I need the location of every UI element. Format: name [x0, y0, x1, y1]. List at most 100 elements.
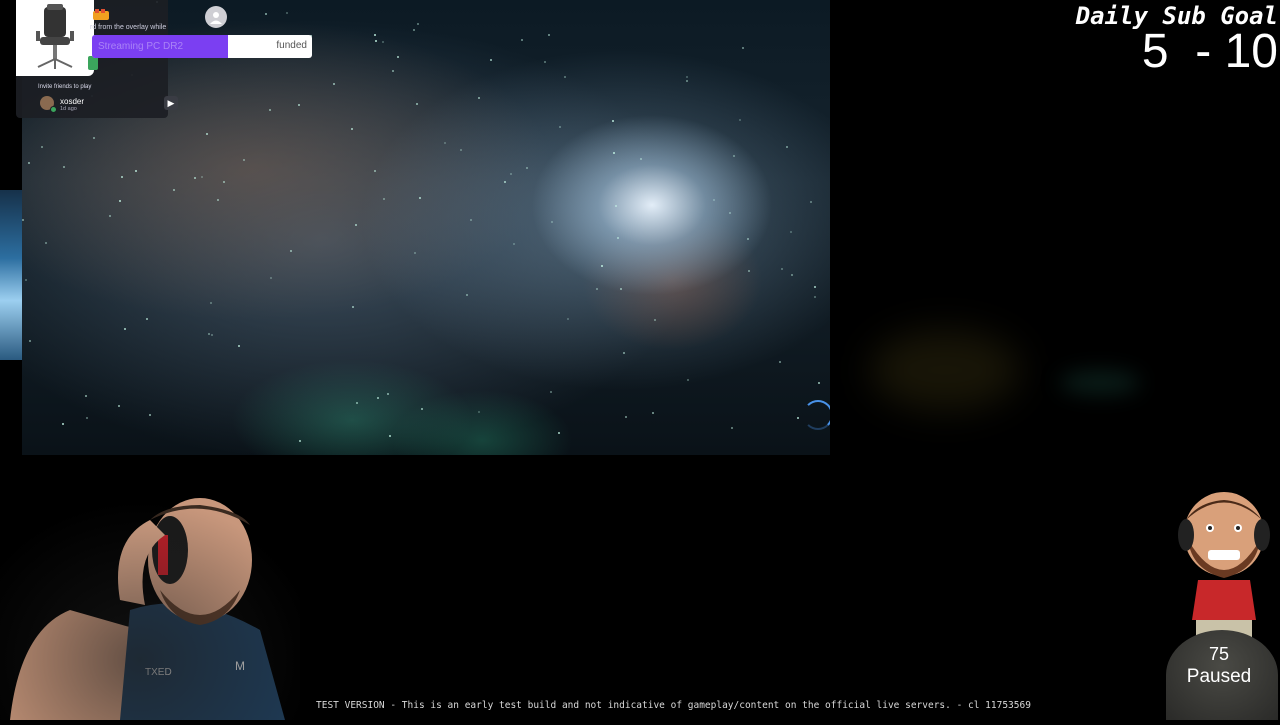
star	[601, 264, 604, 267]
star	[412, 28, 415, 31]
star	[208, 332, 211, 335]
play-arrow-icon[interactable]: ▶	[164, 96, 178, 110]
streamer-webcam: TXED M	[0, 480, 300, 720]
star	[265, 13, 268, 16]
star	[613, 152, 616, 154]
star	[686, 75, 689, 78]
star	[625, 416, 628, 419]
star	[817, 381, 820, 384]
star	[686, 80, 689, 83]
star	[387, 392, 389, 395]
counter-status: Paused	[1186, 666, 1252, 687]
star	[373, 169, 376, 172]
star	[619, 288, 622, 291]
star	[417, 23, 420, 26]
sub-goal-count: 5 - 10	[1141, 25, 1278, 78]
star	[392, 70, 395, 73]
user-avatar-icon[interactable]	[205, 6, 227, 28]
star	[732, 155, 735, 158]
star	[731, 426, 734, 429]
loading-ring-icon	[803, 400, 830, 430]
star	[490, 59, 493, 62]
star	[470, 219, 473, 222]
star	[729, 211, 732, 214]
star	[118, 199, 121, 202]
funding-progress-bar: Streaming PC DR2 62% funded	[92, 35, 312, 58]
star	[118, 404, 121, 407]
star	[550, 391, 553, 394]
star	[444, 141, 447, 144]
background-strip	[0, 190, 22, 360]
star	[415, 103, 418, 106]
star	[781, 268, 784, 271]
star	[477, 96, 480, 99]
star	[510, 172, 513, 175]
star	[778, 361, 781, 364]
star	[567, 318, 570, 321]
star	[22, 219, 25, 222]
star	[211, 334, 214, 337]
star	[547, 34, 550, 37]
star	[382, 197, 385, 200]
star	[504, 180, 507, 183]
star	[27, 161, 30, 164]
funding-label: funded	[276, 40, 307, 51]
star	[550, 221, 553, 224]
star	[742, 47, 745, 50]
star	[269, 109, 272, 112]
star	[616, 237, 619, 240]
star	[63, 166, 66, 169]
star	[414, 252, 417, 255]
star	[374, 33, 377, 36]
counter-value: 75	[1208, 644, 1230, 664]
friend-last-seen: 1d ago	[60, 106, 77, 112]
star	[813, 285, 816, 288]
star	[351, 306, 354, 309]
star	[810, 200, 813, 203]
star	[558, 432, 561, 435]
star	[200, 175, 203, 178]
star	[377, 397, 380, 400]
star	[526, 166, 529, 169]
star	[513, 243, 516, 246]
star	[298, 104, 300, 107]
star	[242, 158, 245, 161]
test-version-banner: TEST VERSION - This is an early test bui…	[316, 700, 1031, 711]
star	[194, 177, 197, 180]
star	[173, 188, 176, 191]
star	[465, 293, 468, 296]
online-status-icon	[50, 106, 57, 113]
star	[135, 170, 138, 172]
star	[713, 198, 716, 201]
star	[374, 40, 377, 43]
star	[290, 250, 293, 253]
star	[206, 133, 209, 136]
star	[654, 318, 657, 321]
star	[41, 145, 44, 148]
star	[299, 439, 302, 442]
star	[210, 302, 213, 305]
star	[382, 40, 385, 43]
star	[121, 175, 124, 178]
friend-name: xosder	[60, 97, 85, 106]
star	[24, 278, 27, 281]
star	[739, 119, 741, 121]
star	[85, 416, 88, 419]
star	[145, 318, 148, 321]
star	[611, 120, 614, 123]
star	[622, 352, 625, 355]
star	[651, 411, 654, 414]
star	[84, 395, 87, 398]
friend-row[interactable]: xosder 1d ago ▶	[38, 94, 180, 114]
webcam-background	[0, 480, 300, 720]
star	[286, 12, 289, 15]
star	[478, 411, 481, 414]
funding-percent: 62%	[249, 40, 270, 51]
star	[748, 269, 751, 272]
status-indicator	[88, 56, 98, 70]
star	[45, 241, 48, 244]
star	[149, 414, 152, 417]
star	[459, 148, 462, 151]
office-chair-icon	[16, 0, 94, 76]
star	[421, 407, 424, 410]
